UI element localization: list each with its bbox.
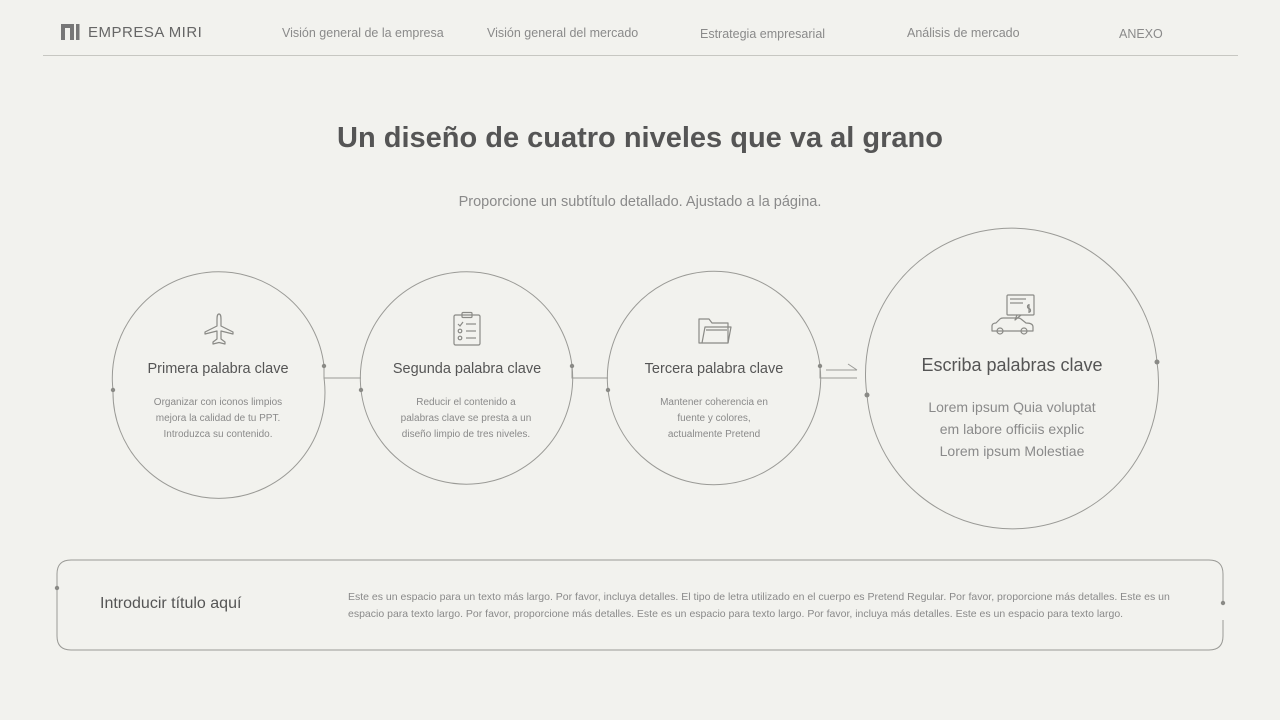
dot-box-left bbox=[54, 585, 60, 591]
step-3-description: Mantener coherencia en fuente y colores,… bbox=[629, 395, 799, 443]
bottom-box-text: Este es un espacio para un texto más lar… bbox=[348, 591, 1170, 620]
dot-3-left bbox=[605, 387, 611, 393]
dot-1-left bbox=[110, 387, 116, 393]
step-4-desc-line: Lorem ipsum Quia voluptat bbox=[928, 399, 1096, 415]
clipboard-checklist-icon bbox=[453, 311, 481, 346]
step-3-desc-line: Mantener coherencia en bbox=[660, 397, 768, 408]
step-2-label: Segunda palabra clave bbox=[392, 361, 542, 377]
car-price-sign-icon bbox=[991, 294, 1035, 335]
step-1-desc-line: mejora la calidad de tu PPT. bbox=[155, 413, 281, 424]
step-3-desc-line: actualmente Pretend bbox=[667, 429, 761, 440]
step-1-label: Primera palabra clave bbox=[147, 361, 289, 377]
step-1-description: Organizar con iconos limpios mejora la c… bbox=[133, 395, 303, 443]
step-1-desc-line: Introduzca su contenido. bbox=[163, 429, 273, 440]
dot-box-right bbox=[1220, 600, 1226, 606]
step-4-label: Escriba palabras clave bbox=[921, 355, 1103, 375]
step-2-desc-line: diseño limpio de tres niveles. bbox=[401, 429, 531, 440]
dot-4-left bbox=[864, 392, 870, 398]
step-2-desc-line: palabras clave se presta a un bbox=[400, 413, 532, 424]
bottom-box-title: Introducir título aquí bbox=[100, 595, 242, 612]
airplane-icon bbox=[204, 313, 234, 345]
step-1-desc-line: Organizar con iconos limpios bbox=[153, 397, 283, 408]
step-4-description: Lorem ipsum Quia voluptat em labore offi… bbox=[892, 396, 1132, 462]
dot-4-right bbox=[1154, 359, 1160, 365]
folder-icon bbox=[698, 318, 732, 344]
dot-2-left bbox=[358, 387, 364, 393]
step-2-desc-line: Reducir el contenido a bbox=[416, 397, 516, 408]
step-2-description: Reducir el contenido a palabras clave se… bbox=[381, 395, 551, 443]
step-3-label: Tercera palabra clave bbox=[644, 361, 784, 377]
step-3-desc-line: fuente y colores, bbox=[677, 413, 751, 424]
step-4-desc-line: em labore officiis explic bbox=[939, 421, 1085, 437]
arrow-connector bbox=[826, 363, 858, 371]
step-4-desc-line: Lorem ipsum Molestiae bbox=[939, 443, 1085, 459]
